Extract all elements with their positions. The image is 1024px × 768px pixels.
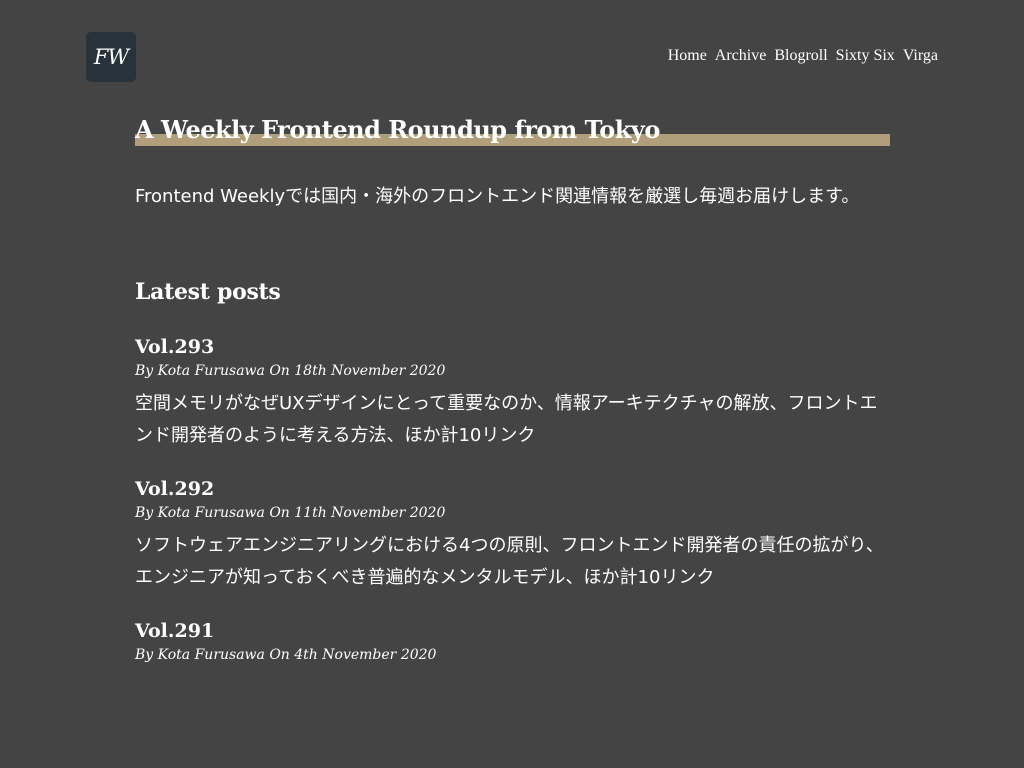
nav-archive-link[interactable]: Archive [715, 47, 767, 65]
main-nav: Home Archive Blogroll Sixty Six Virga [668, 47, 938, 65]
post-summary: ソフトウェアエンジニアリングにおける4つの原則、フロントエンド開発者の責任の拡が… [135, 535, 884, 588]
page-headline: A Weekly Frontend Roundup from Tokyo [135, 112, 890, 150]
site-logo[interactable]: FW [86, 32, 136, 82]
nav-blogroll-link[interactable]: Blogroll [774, 47, 827, 65]
post-title-link[interactable]: Vol.291 [135, 619, 214, 643]
post-meta: By Kota Furusawa On 18th November 2020 [135, 363, 446, 379]
nav-sixty-six-link[interactable]: Sixty Six [836, 47, 895, 65]
post-meta: By Kota Furusawa On 11th November 2020 [135, 505, 446, 521]
post-item: Vol.293 By Kota Furusawa On 18th Novembe… [135, 335, 890, 452]
post-item: Vol.292 By Kota Furusawa On 11th Novembe… [135, 477, 890, 594]
post-summary: 空間メモリがなぜUXデザインにとって重要なのか、情報アーキテクチャの解放、フロン… [135, 393, 878, 446]
page: FW Home Archive Blogroll Sixty Six Virga… [0, 0, 1024, 768]
post-item: Vol.291 By Kota Furusawa On 4th November… [135, 619, 890, 665]
post-meta: By Kota Furusawa On 4th November 2020 [135, 647, 437, 663]
nav-home-link[interactable]: Home [668, 47, 707, 65]
intro-text: Frontend Weeklyでは国内・海外のフロントエンド関連情報を厳選し毎週… [135, 186, 860, 207]
main-content: A Weekly Frontend Roundup from Tokyo Fro… [135, 112, 890, 672]
latest-posts-heading: Latest posts [135, 279, 281, 305]
post-title-link[interactable]: Vol.293 [135, 335, 214, 359]
post-title-link[interactable]: Vol.292 [135, 477, 214, 501]
nav-virga-link[interactable]: Virga [903, 47, 938, 65]
